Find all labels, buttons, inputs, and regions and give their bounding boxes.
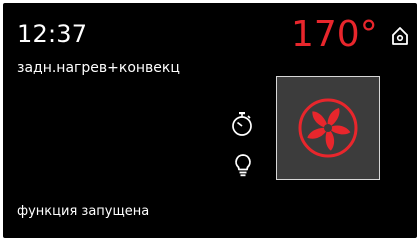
convection-fan-button[interactable] bbox=[276, 76, 380, 180]
convection-fan-icon bbox=[298, 98, 358, 158]
clock-time: 12:37 bbox=[17, 20, 88, 48]
timer-button[interactable] bbox=[231, 111, 253, 137]
status-message: функция запущена bbox=[17, 204, 150, 219]
lamp-button[interactable] bbox=[234, 153, 252, 177]
lamp-icon bbox=[235, 154, 251, 177]
oven-screen: 12:37 задн.нагрев+конвекц 170° функция з… bbox=[3, 3, 417, 238]
timer-icon bbox=[232, 112, 252, 136]
heating-mode-label: задн.нагрев+конвекц bbox=[17, 60, 180, 76]
oven-display-frame: 12:37 задн.нагрев+конвекц 170° функция з… bbox=[0, 0, 420, 241]
home-button[interactable] bbox=[390, 26, 410, 46]
temperature-readout[interactable]: 170° bbox=[291, 15, 378, 55]
home-icon bbox=[392, 27, 408, 45]
